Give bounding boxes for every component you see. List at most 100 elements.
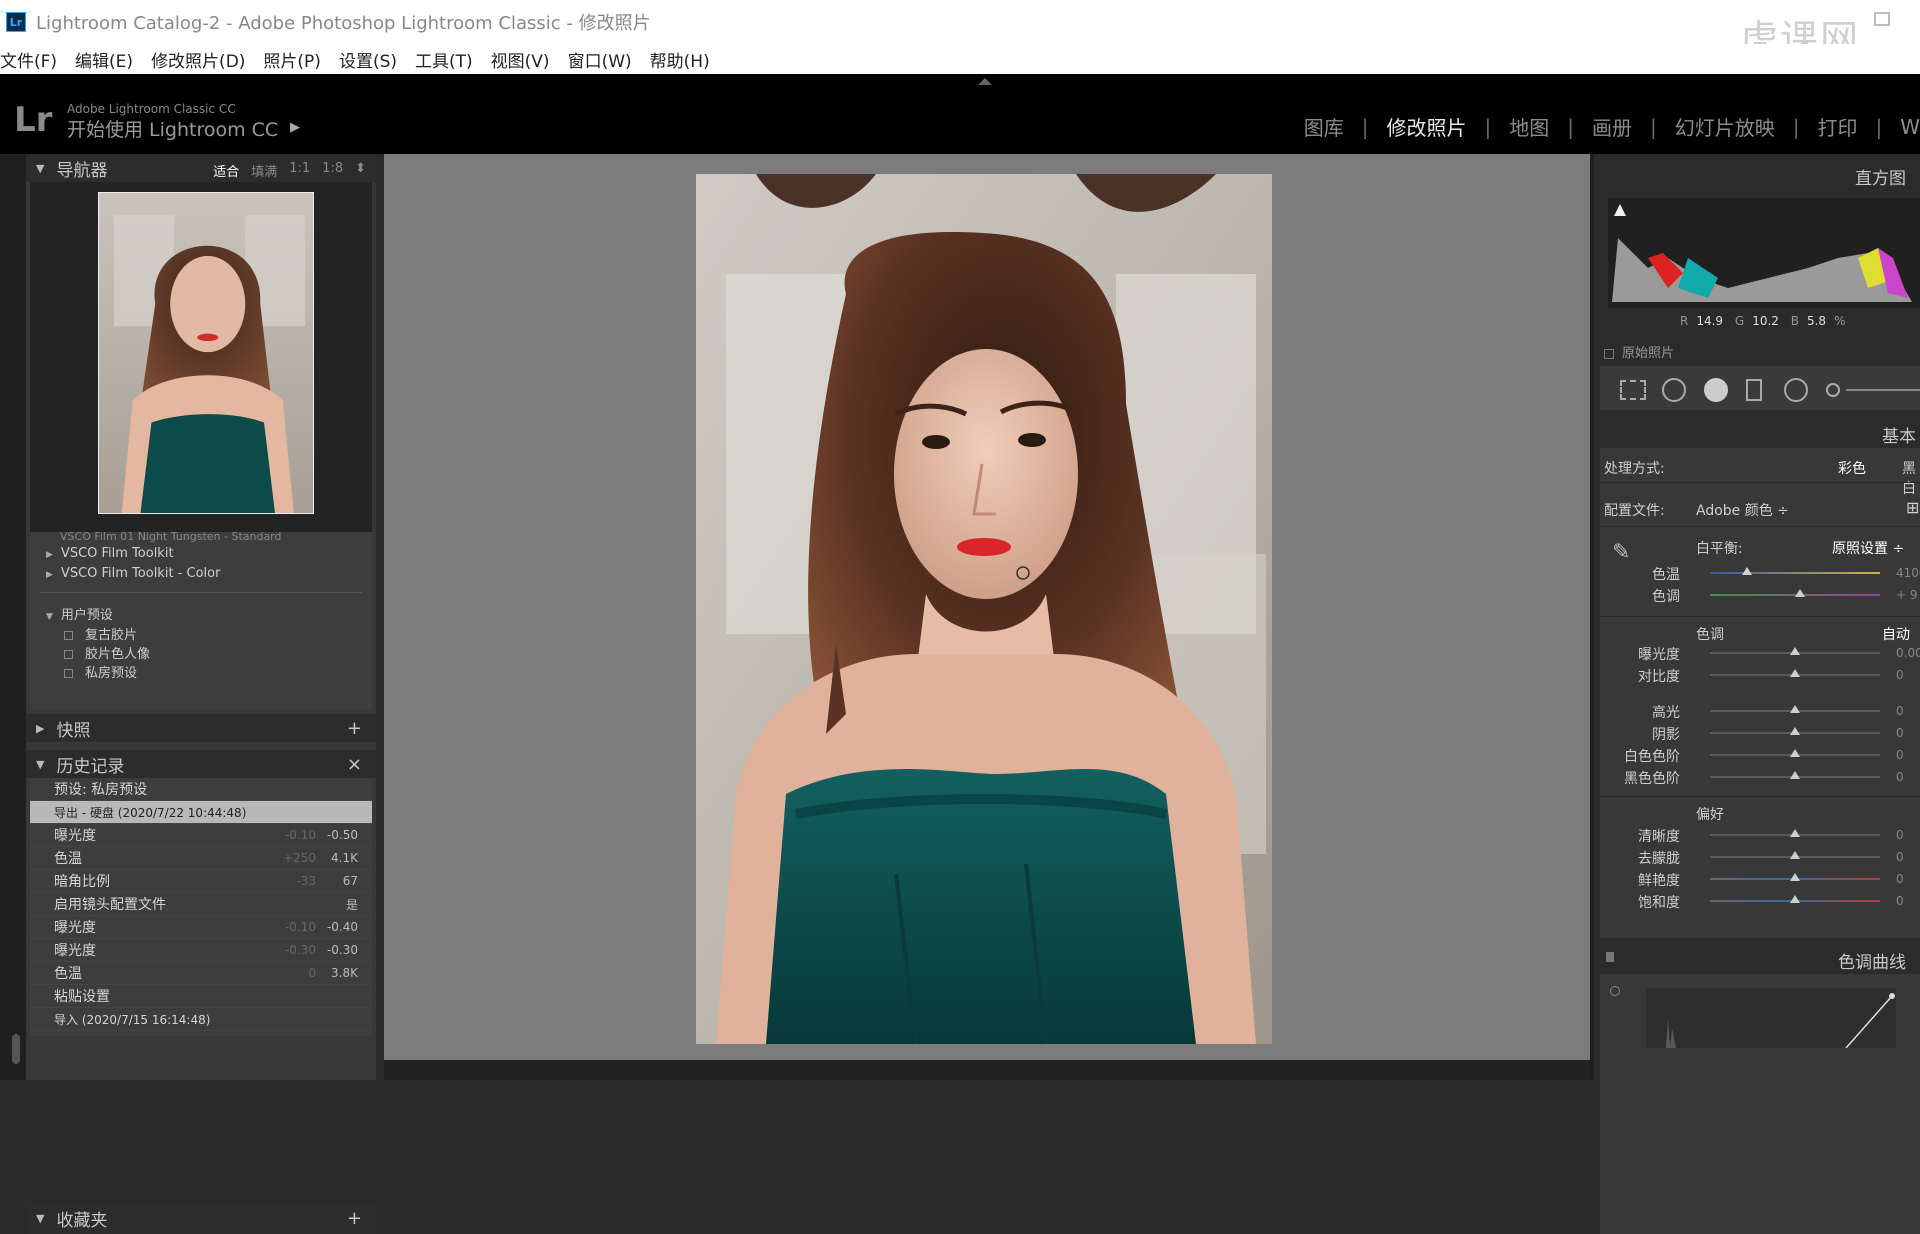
module-web[interactable]: W <box>1882 115 1920 139</box>
module-slideshow[interactable]: 幻灯片放映 <box>1657 112 1793 141</box>
shadows-value[interactable]: 0 <box>1896 726 1904 740</box>
whites-value[interactable]: 0 <box>1896 748 1904 762</box>
left-panel-edge[interactable] <box>0 154 26 1080</box>
history-row[interactable]: 曝光度 -0.30 -0.30 <box>30 939 372 962</box>
menu-photo[interactable]: 照片(P) <box>263 47 321 72</box>
menu-window[interactable]: 窗口(W) <box>568 47 632 72</box>
crop-tool-icon[interactable] <box>1620 380 1646 400</box>
vibrance-slider[interactable] <box>1710 873 1880 881</box>
main-photo[interactable] <box>696 174 1272 1044</box>
vibrance-slider-knob[interactable] <box>1790 873 1800 881</box>
zoom-1-8[interactable]: 1:8 <box>322 161 343 180</box>
eyedropper-icon[interactable]: ✎ <box>1612 540 1630 565</box>
temp-slider[interactable] <box>1710 567 1880 575</box>
history-row[interactable]: 色温 0 3.8K <box>30 962 372 985</box>
tint-slider[interactable] <box>1710 589 1880 597</box>
spot-removal-icon[interactable] <box>1662 378 1686 402</box>
collapse-triangle-icon[interactable]: ▼ <box>36 1212 44 1225</box>
whites-slider-knob[interactable] <box>1790 749 1800 757</box>
menu-tools[interactable]: 工具(T) <box>415 47 473 72</box>
module-library[interactable]: 图库 <box>1286 112 1362 141</box>
texture-slider[interactable] <box>1710 829 1880 837</box>
dehaze-slider[interactable] <box>1710 851 1880 859</box>
blacks-slider-knob[interactable] <box>1790 771 1800 779</box>
panel-toggle-icon[interactable] <box>1606 952 1614 962</box>
adjustment-brush-icon[interactable] <box>1826 383 1840 397</box>
snapshots-header[interactable]: ▶ 快照 + <box>26 714 376 742</box>
history-row[interactable]: 暗角比例 -33 67 <box>30 870 372 893</box>
whites-slider[interactable] <box>1710 749 1880 757</box>
saturation-slider[interactable] <box>1710 895 1880 903</box>
preset-group[interactable]: ▶ VSCO Film Toolkit <box>46 546 174 561</box>
target-adjust-icon[interactable] <box>1610 986 1620 996</box>
exposure-slider-knob[interactable] <box>1790 647 1800 655</box>
preset-partial[interactable]: VSCO Film 01 Night Tungsten - Standard <box>60 530 282 543</box>
original-photo-checkbox[interactable]: 原始照片 <box>1604 342 1674 361</box>
exposure-slider[interactable] <box>1710 647 1880 655</box>
history-row[interactable]: 色温 +250 4.1K <box>30 847 372 870</box>
history-row[interactable]: 启用镜头配置文件是 <box>30 893 372 916</box>
module-develop[interactable]: 修改照片 <box>1368 112 1484 141</box>
zoom-fit[interactable]: 适合 <box>213 161 239 180</box>
preset-item[interactable]: 胶片色人像 <box>64 643 150 662</box>
module-map[interactable]: 地图 <box>1491 112 1567 141</box>
play-icon[interactable]: ▶ <box>290 120 300 135</box>
zoom-fill[interactable]: 填满 <box>251 161 277 180</box>
history-header[interactable]: ▼ 历史记录 × <box>26 750 376 778</box>
temp-slider-knob[interactable] <box>1742 567 1753 575</box>
get-started-link[interactable]: 开始使用 Lightroom CC <box>67 115 278 142</box>
profile-browser-icon[interactable]: ⊞ <box>1906 498 1919 517</box>
add-collection-icon[interactable]: + <box>347 1208 362 1229</box>
redeye-tool-icon[interactable] <box>1704 378 1728 402</box>
menu-edit[interactable]: 编辑(E) <box>75 47 133 72</box>
tone-curve-graph[interactable] <box>1646 988 1896 1048</box>
graduated-filter-icon[interactable] <box>1746 379 1762 401</box>
texture-value[interactable]: 0 <box>1896 828 1904 842</box>
highlights-slider[interactable] <box>1710 705 1880 713</box>
right-panel-edge[interactable] <box>1590 154 1594 1080</box>
menu-settings[interactable]: 设置(S) <box>339 47 397 72</box>
treatment-color-option[interactable]: 彩色 <box>1838 458 1866 478</box>
history-row[interactable]: 曝光度 -0.10 -0.40 <box>30 916 372 939</box>
left-panel-scrollbar[interactable] <box>12 1034 20 1064</box>
histogram-graph[interactable] <box>1608 198 1920 308</box>
module-book[interactable]: 画册 <box>1574 112 1650 141</box>
saturation-value[interactable]: 0 <box>1896 894 1904 908</box>
shadows-slider-knob[interactable] <box>1790 727 1800 735</box>
exposure-value[interactable]: 0.00 <box>1896 646 1920 660</box>
collapse-top-panel-icon[interactable] <box>978 78 992 85</box>
blacks-slider[interactable] <box>1710 771 1880 779</box>
collapse-triangle-icon[interactable]: ▼ <box>36 758 44 771</box>
dehaze-value[interactable]: 0 <box>1896 850 1904 864</box>
module-print[interactable]: 打印 <box>1799 112 1875 141</box>
maximize-icon[interactable] <box>1874 12 1890 26</box>
history-row[interactable]: 曝光度 -0.10 -0.50 <box>30 824 372 847</box>
add-snapshot-icon[interactable]: + <box>347 718 362 739</box>
preset-group-user[interactable]: ▼ 用户预设 <box>46 604 113 623</box>
tone-curve-header[interactable]: 色调曲线 <box>1600 944 1920 973</box>
tint-slider-knob[interactable] <box>1795 589 1806 597</box>
brush-slider[interactable] <box>1846 389 1920 391</box>
image-canvas[interactable] <box>384 154 1590 1060</box>
basic-panel-header[interactable]: 基本 <box>1600 418 1920 447</box>
history-row[interactable]: 预设: 私房预设 <box>30 778 372 801</box>
navigator-header[interactable]: ▼ 导航器 适合 填满 1:1 1:8 ⬍ <box>26 154 376 182</box>
collections-header[interactable]: ▼ 收藏夹 + <box>26 1202 376 1234</box>
temp-value[interactable]: 4100 <box>1896 566 1920 580</box>
menu-help[interactable]: 帮助(H) <box>650 47 710 72</box>
menu-develop[interactable]: 修改照片(D) <box>151 47 245 72</box>
history-row[interactable]: 导入 (2020/7/15 16:14:48) <box>30 1008 372 1031</box>
blacks-value[interactable]: 0 <box>1896 770 1904 784</box>
highlights-value[interactable]: 0 <box>1896 704 1904 718</box>
contrast-slider[interactable] <box>1710 669 1880 677</box>
contrast-value[interactable]: 0 <box>1896 668 1904 682</box>
wb-dropdown[interactable]: 原照设置 ÷ <box>1832 538 1904 558</box>
dehaze-slider-knob[interactable] <box>1790 851 1800 859</box>
collapse-triangle-icon[interactable]: ▼ <box>36 162 44 175</box>
preset-group[interactable]: ▶ VSCO Film Toolkit - Color <box>46 566 220 581</box>
texture-slider-knob[interactable] <box>1790 829 1800 837</box>
zoom-1-1[interactable]: 1:1 <box>289 161 310 180</box>
vibrance-value[interactable]: 0 <box>1896 872 1904 886</box>
treatment-bw-option[interactable]: 黑白 <box>1902 458 1920 498</box>
menu-view[interactable]: 视图(V) <box>491 47 550 72</box>
